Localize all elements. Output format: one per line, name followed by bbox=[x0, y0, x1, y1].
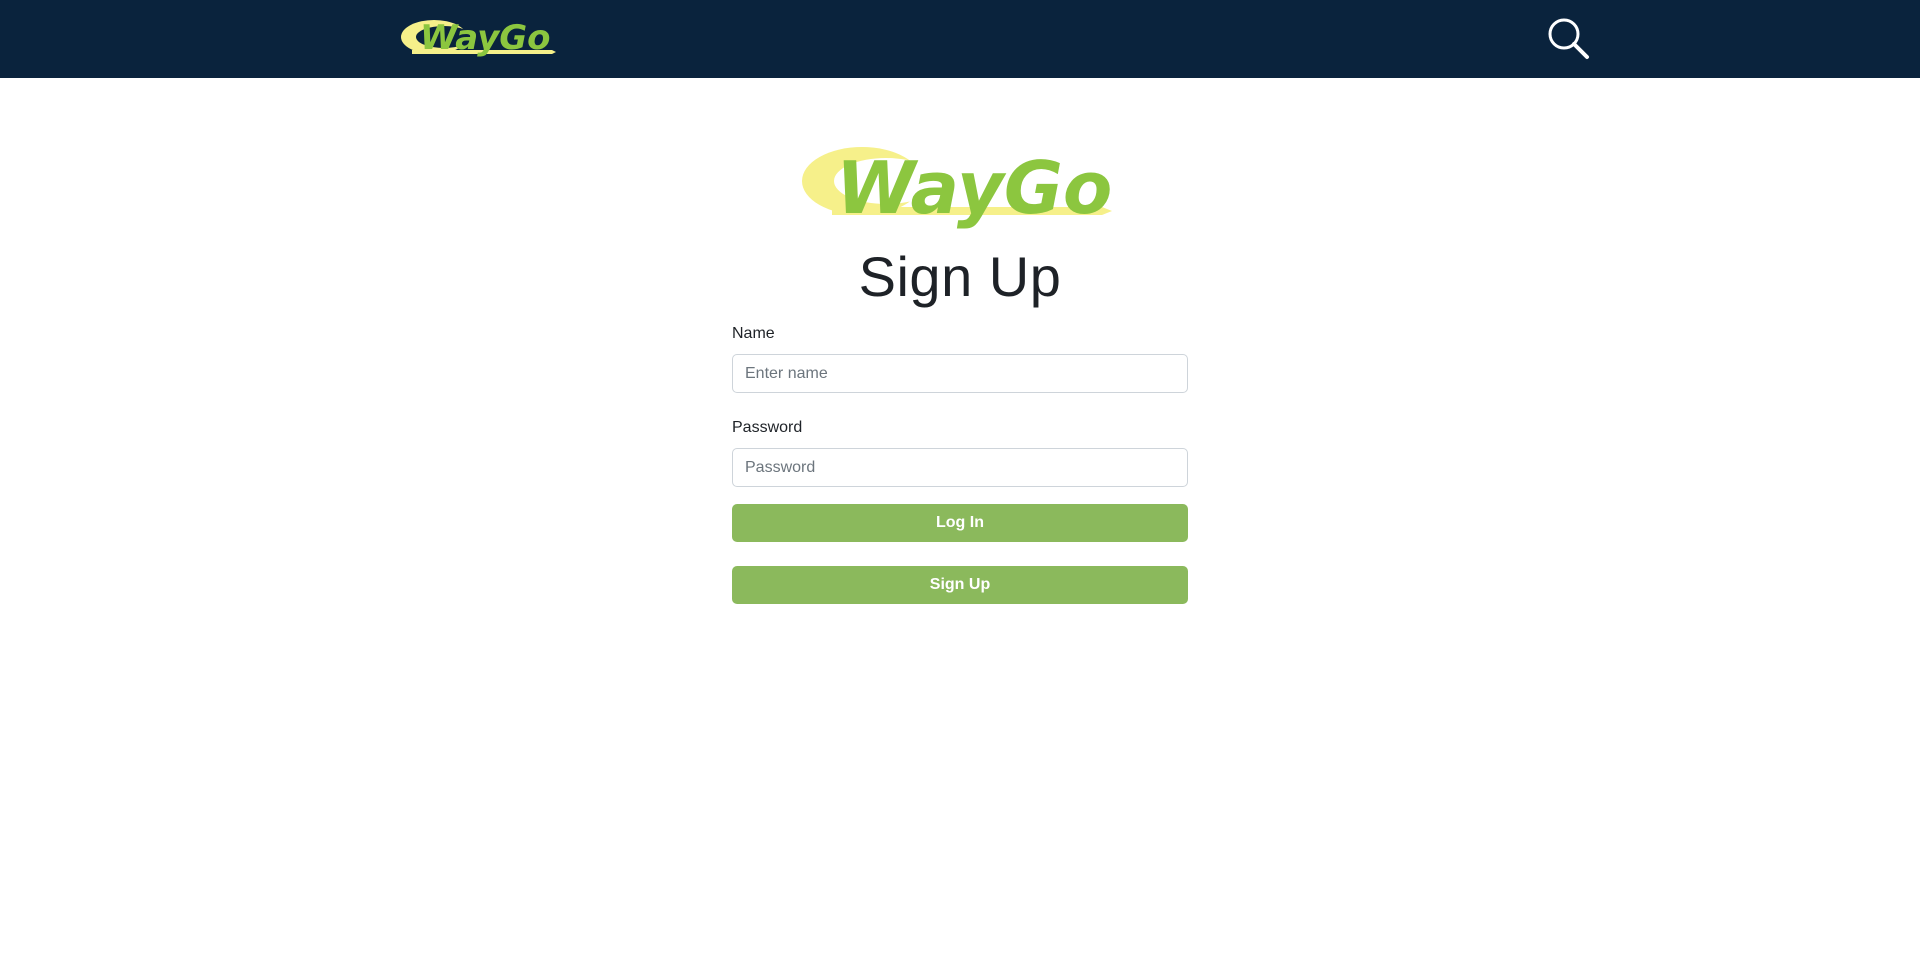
password-group: Password bbox=[732, 418, 1188, 487]
search-icon bbox=[1548, 18, 1589, 59]
login-button[interactable]: Log In bbox=[732, 504, 1188, 542]
svg-text:WayGo: WayGo bbox=[836, 146, 1112, 230]
name-group: Name bbox=[732, 324, 1188, 393]
search-button[interactable] bbox=[1546, 16, 1590, 60]
waygo-logo: WayGo bbox=[802, 146, 1112, 230]
main-logo: WayGo bbox=[802, 141, 1112, 237]
header-logo-link[interactable]: WayGo bbox=[400, 12, 556, 62]
signup-page: WayGo Sign Up Name Password Log In Sign … bbox=[0, 78, 1920, 960]
password-label: Password bbox=[732, 419, 803, 436]
svg-text:WayGo: WayGo bbox=[420, 18, 551, 58]
name-input[interactable] bbox=[732, 354, 1188, 393]
signup-form: Name Password Log In Sign Up bbox=[732, 324, 1188, 604]
top-navbar: WayGo bbox=[0, 0, 1920, 78]
waygo-logo: WayGo bbox=[401, 18, 556, 58]
page-title: Sign Up bbox=[858, 245, 1062, 308]
password-input[interactable] bbox=[732, 448, 1188, 487]
signup-button[interactable]: Sign Up bbox=[732, 566, 1188, 604]
name-label: Name bbox=[732, 325, 775, 342]
